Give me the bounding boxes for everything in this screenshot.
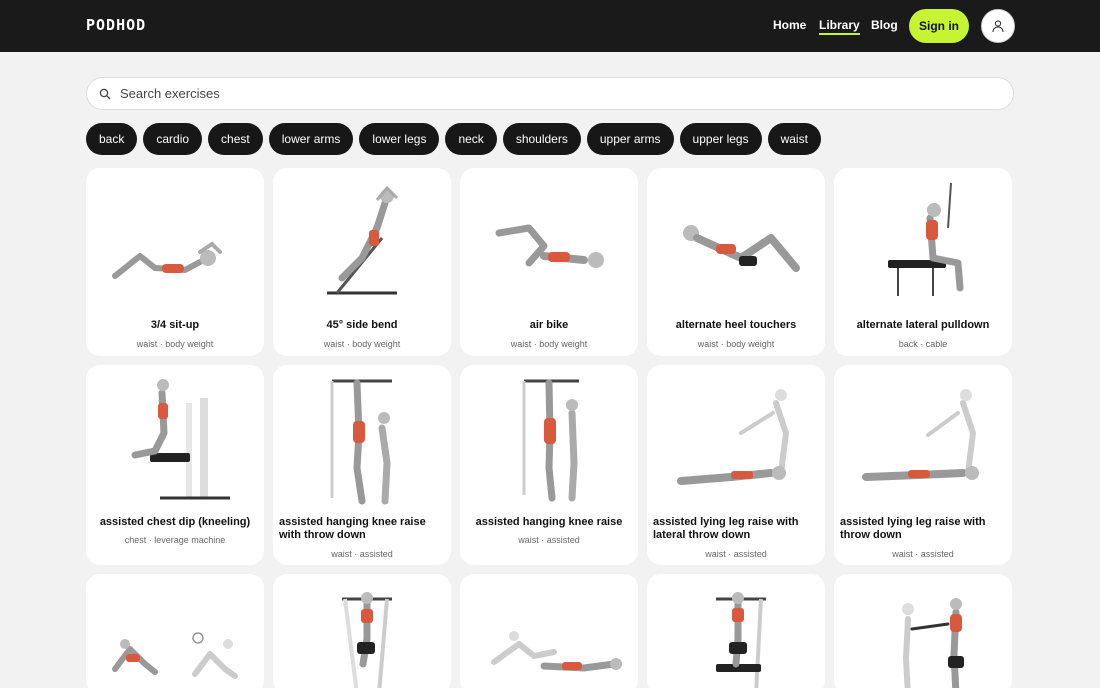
chip-chest[interactable]: chest xyxy=(208,123,263,155)
card-meta: waist · body weight xyxy=(697,339,775,349)
exercise-illustration xyxy=(677,389,790,485)
nav-blog[interactable]: Blog xyxy=(871,18,898,32)
card-meta: back · cable xyxy=(898,339,948,349)
exercise-illustration xyxy=(683,225,800,272)
exercise-card[interactable] xyxy=(86,574,264,688)
card-title: assisted hanging knee raise with throw d… xyxy=(279,516,426,541)
chip-lower-arms[interactable]: lower arms xyxy=(268,123,354,155)
chip-neck[interactable]: neck xyxy=(445,123,497,155)
card-meta: chest · leverage machine xyxy=(124,535,226,545)
card-meta: waist · body weight xyxy=(510,339,588,349)
exercise-card[interactable]: air bike waist · body weight xyxy=(460,168,638,356)
exercise-illustration xyxy=(330,379,392,505)
card-meta: waist · assisted xyxy=(331,549,393,559)
exercise-illustration xyxy=(862,389,979,481)
card-title: alternate lateral pulldown xyxy=(856,319,990,331)
card-title: assisted lying leg raise with lateral th… xyxy=(653,516,799,541)
card-title: assisted lying leg raise with throw down xyxy=(840,516,986,541)
exercise-card[interactable]: assisted chest dip (kneeling) chest · le… xyxy=(86,365,264,565)
exercise-card[interactable] xyxy=(834,574,1012,688)
exercise-card[interactable] xyxy=(460,574,638,688)
card-title: 3/4 sit-up xyxy=(150,319,200,331)
exercise-card[interactable]: 45° side bend waist · body weight xyxy=(273,168,451,356)
search-bar[interactable] xyxy=(86,77,1014,110)
exercise-card[interactable] xyxy=(273,574,451,688)
card-meta: waist · body weight xyxy=(323,339,401,349)
chip-waist[interactable]: waist xyxy=(767,123,821,155)
exercise-illustration xyxy=(112,632,238,679)
exercise-card[interactable]: assisted hanging knee raise waist · assi… xyxy=(460,365,638,565)
exercise-card[interactable]: alternate heel touchers waist · body wei… xyxy=(647,168,825,356)
search-input[interactable] xyxy=(120,86,980,101)
exercise-illustration xyxy=(327,185,399,295)
chip-lower-legs[interactable]: lower legs xyxy=(359,123,440,155)
exercise-card[interactable]: assisted lying leg raise with throw down… xyxy=(834,365,1012,565)
exercise-card[interactable]: alternate lateral pulldown back · cable xyxy=(834,168,1012,356)
chip-upper-arms[interactable]: upper arms xyxy=(586,123,674,155)
card-meta: waist · assisted xyxy=(705,549,767,559)
nav-home[interactable]: Home xyxy=(773,18,806,32)
card-meta: waist · assisted xyxy=(892,549,954,559)
exercise-card[interactable]: assisted hanging knee raise with throw d… xyxy=(273,365,451,565)
search-icon xyxy=(99,88,111,100)
nav-library[interactable]: Library xyxy=(819,18,860,35)
card-title: 45° side bend xyxy=(326,319,398,331)
chip-shoulders[interactable]: shoulders xyxy=(502,123,581,155)
exercise-card[interactable]: assisted lying leg raise with lateral th… xyxy=(647,365,825,565)
card-meta: waist · body weight xyxy=(136,339,214,349)
brand-logo[interactable]: PODHOD xyxy=(86,16,146,34)
exercise-card[interactable] xyxy=(647,574,825,688)
exercise-illustration xyxy=(131,379,230,500)
exercise-illustration xyxy=(522,379,579,502)
sign-in-button[interactable]: Sign in xyxy=(909,9,969,43)
chip-upper-legs[interactable]: upper legs xyxy=(679,123,762,155)
category-filter-bar: back cardio chest lower arms lower legs … xyxy=(86,123,821,155)
user-icon xyxy=(992,20,1004,33)
top-nav-bar: PODHOD Home Library Blog Sign in xyxy=(0,0,1100,52)
exercise-illustration xyxy=(491,631,622,672)
chip-back[interactable]: back xyxy=(86,123,138,155)
exercise-illustration xyxy=(902,598,964,688)
chip-cardio[interactable]: cardio xyxy=(143,123,203,155)
exercise-illustration xyxy=(342,592,392,688)
exercise-grid: 3/4 sit-up waist · body weight 45° side … xyxy=(86,168,1015,688)
exercise-illustration xyxy=(112,241,222,279)
exercise-illustration xyxy=(495,224,604,268)
card-title: alternate heel touchers xyxy=(675,319,797,331)
user-avatar-button[interactable] xyxy=(981,9,1015,43)
exercise-illustration xyxy=(888,182,964,296)
card-title: assisted chest dip (kneeling) xyxy=(99,516,251,528)
card-title: air bike xyxy=(529,319,569,331)
card-title: assisted hanging knee raise xyxy=(475,516,623,528)
exercise-card[interactable]: 3/4 sit-up waist · body weight xyxy=(86,168,264,356)
card-meta: waist · assisted xyxy=(518,535,580,545)
exercise-illustration xyxy=(716,592,766,688)
